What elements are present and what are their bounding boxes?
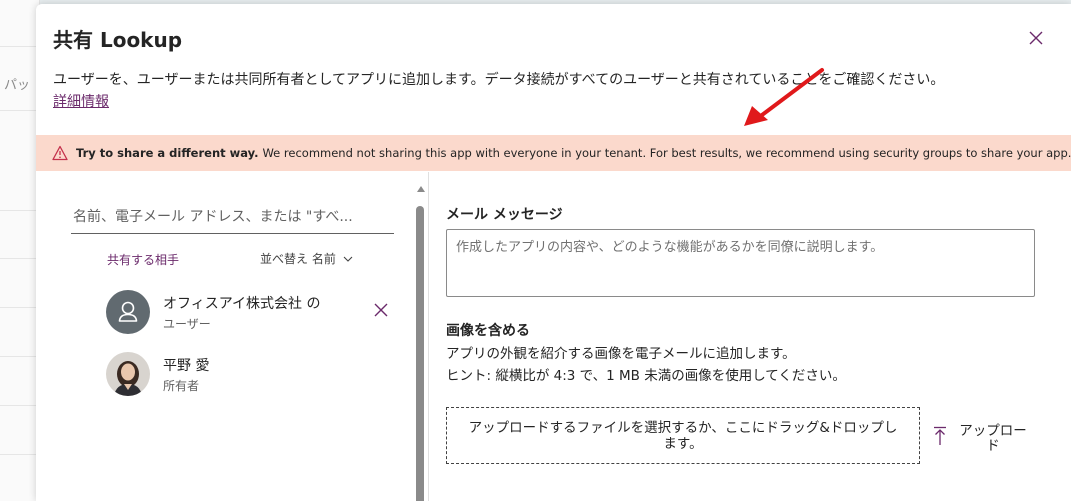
background-divider bbox=[0, 46, 36, 47]
person-role: 所有者 bbox=[163, 379, 200, 393]
share-dialog: 共有 Lookup ユーザーを、ユーザーまたは共同所有者としてアプリに追加します… bbox=[36, 4, 1071, 501]
background-divider bbox=[0, 454, 36, 455]
sort-dropdown[interactable]: 並べ替え 名前 bbox=[260, 250, 354, 267]
background-app: パッ bbox=[0, 0, 40, 501]
person-name: 平野 愛 bbox=[163, 358, 210, 374]
sort-label: 並べ替え 名前 bbox=[260, 252, 336, 266]
upload-button[interactable]: アップロード bbox=[932, 424, 1028, 454]
email-message-label: メール メッセージ bbox=[446, 207, 563, 223]
include-image-label: 画像を含める bbox=[446, 323, 530, 339]
share-people-panel: 共有する相手 並べ替え 名前 オフィスアイ株式会社 の ユーザー bbox=[36, 172, 428, 501]
person-icon bbox=[106, 290, 150, 334]
upload-arrow-icon bbox=[934, 426, 946, 445]
more-info-link[interactable]: 詳細情報 bbox=[53, 91, 109, 111]
background-divider bbox=[0, 307, 36, 308]
email-message-input[interactable] bbox=[446, 229, 1035, 297]
include-image-description: アプリの外観を紹介する画像を電子メールに追加します。 bbox=[446, 346, 796, 362]
person-photo-avatar bbox=[106, 352, 150, 396]
scroll-up-arrow-icon[interactable] bbox=[417, 186, 425, 192]
chevron-down-icon bbox=[343, 256, 353, 262]
person-list-item: 平野 愛 所有者 bbox=[106, 352, 406, 398]
scrollbar-thumb[interactable] bbox=[416, 206, 424, 501]
share-with-label: 共有する相手 bbox=[107, 253, 180, 267]
background-divider bbox=[0, 356, 36, 357]
file-dropzone[interactable]: アップロードするファイルを選択するか、ここにドラッグ&ドロップします。 bbox=[446, 407, 920, 464]
person-name: オフィスアイ株式会社 の bbox=[163, 296, 321, 312]
people-search-input[interactable] bbox=[71, 200, 394, 234]
scrollbar[interactable] bbox=[415, 186, 425, 501]
dropzone-text: アップロードするファイルを選択するか、ここにドラッグ&ドロップします。 bbox=[468, 419, 898, 452]
warning-text: We recommend not sharing this app with e… bbox=[262, 146, 1071, 160]
background-divider bbox=[0, 258, 36, 259]
remove-person-button[interactable] bbox=[371, 300, 391, 320]
person-role: ユーザー bbox=[163, 317, 211, 331]
person-list-item: オフィスアイ株式会社 の ユーザー bbox=[106, 290, 406, 336]
include-image-hint: ヒント: 縦横比が 4:3 で、1 MB 未満の画像を使用してください。 bbox=[446, 368, 846, 384]
close-icon bbox=[1029, 31, 1043, 45]
background-divider bbox=[0, 210, 36, 211]
background-divider bbox=[0, 110, 36, 111]
upload-label: アップロード bbox=[959, 423, 1027, 454]
close-icon bbox=[374, 303, 388, 317]
background-partial-text: パッ bbox=[4, 78, 31, 93]
background-divider bbox=[0, 405, 36, 406]
warning-triangle-icon bbox=[52, 145, 68, 161]
warning-title: Try to share a different way. bbox=[76, 146, 259, 160]
message-panel: メール メッセージ 画像を含める アプリの外観を紹介する画像を電子メールに追加し… bbox=[429, 172, 1071, 501]
warning-banner: Try to share a different way. We recomme… bbox=[36, 135, 1071, 171]
dialog-title: 共有 Lookup bbox=[53, 28, 183, 52]
annotation-arrow-icon bbox=[744, 68, 824, 126]
close-button[interactable] bbox=[1024, 26, 1048, 50]
